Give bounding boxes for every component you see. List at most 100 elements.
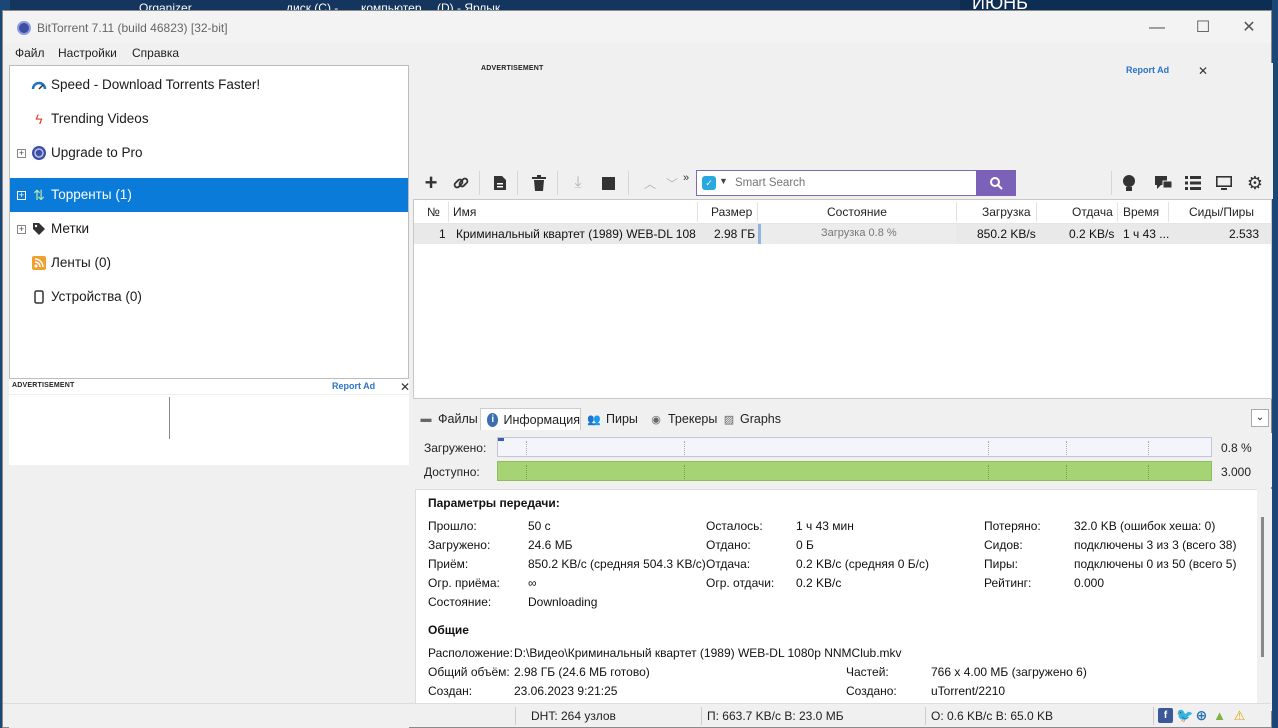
more-toolbar-icon[interactable]: » [675,167,697,189]
status-divider [1153,707,1154,725]
settings-gear-icon[interactable]: ⚙ [1244,172,1266,194]
toolbar-separator [1111,171,1112,195]
stop-icon[interactable] [597,172,619,194]
globe-icon[interactable]: ⊕ [1194,708,1209,723]
scrollbar-thumb[interactable] [1261,517,1264,657]
info-key: Отдача: [706,557,751,571]
close-ad-button[interactable]: ✕ [400,380,410,394]
info-key: Огр. отдачи: [706,576,775,590]
menu-help[interactable]: Справка [132,46,179,60]
bittorrent-app-icon [17,21,31,35]
move-up-icon[interactable]: ︿ [639,172,661,194]
dht-status: DHT: 264 узлов [531,709,616,723]
delete-icon[interactable] [528,172,550,194]
location-value: D:\Видео\Криминальный квартет (1989) WEB… [514,646,902,660]
info-value: подключены 3 из 3 (всего 38) [1074,538,1237,552]
info-key: Состояние: [428,595,492,609]
add-link-icon[interactable] [450,172,472,194]
expand-icon[interactable]: + [17,149,26,158]
torrent-row[interactable]: 1 Криминальный квартет (1989) WEB-DL 108… [414,224,1271,244]
sidebar-item-trending[interactable]: ϟ Trending Videos [10,102,408,136]
column-header-download[interactable]: Загрузка [982,205,1031,219]
sidebar: Speed - Download Torrents Faster! ϟ Tren… [9,65,409,379]
lightbulb-icon[interactable] [1118,172,1140,194]
upload-status: O: 0.6 KB/c В: 65.0 KB [931,709,1054,723]
column-divider [1036,202,1037,222]
folder-icon: ▬ [420,413,432,425]
sidebar-item-labels[interactable]: + Метки [10,212,408,246]
bar-tick [988,465,989,479]
info-key: Потеряно: [984,519,1041,533]
close-ad-button[interactable]: ✕ [1198,64,1208,78]
facebook-icon[interactable]: f [1158,708,1173,723]
tab-trackers[interactable]: ◉ Трекеры [643,408,719,430]
sidebar-item-feeds[interactable]: Ленты (0) [10,246,408,280]
speedometer-icon [31,77,47,93]
tab-info[interactable]: i Информация [480,408,581,430]
tab-peers[interactable]: 👥 Пиры [581,408,643,430]
sidebar-item-devices[interactable]: Устройства (0) [10,280,408,314]
info-key: Приём: [428,557,469,571]
torrent-status: Загрузка 0.8 % [821,227,897,239]
title-bar[interactable]: BitTorrent 7.11 (build 46823) [32-bit] —… [3,11,1271,43]
info-value: 32.0 KB (ошибок хеша: 0) [1074,519,1216,533]
column-header-status[interactable]: Состояние [827,205,887,219]
collapse-panel-button[interactable]: ⌄ [1251,409,1269,427]
column-header-number[interactable]: № [427,205,440,219]
tab-graphs[interactable]: ▨ Graphs [717,408,781,430]
android-icon[interactable]: ▲ [1212,708,1227,723]
create-torrent-icon[interactable] [489,172,511,194]
info-icon: i [487,412,499,427]
report-ad-link[interactable]: Report Ad [332,381,375,391]
search-button[interactable] [976,170,1016,196]
report-ad-link[interactable]: Report Ad [1126,65,1169,75]
sidebar-item-upgrade[interactable]: + Upgrade to Pro [10,136,408,170]
column-header-seeds-peers[interactable]: Сиды/Пиры [1189,205,1254,219]
window-title: BitTorrent 7.11 (build 46823) [32-bit] [37,21,228,35]
ad-divider [169,397,170,439]
sidebar-empty-area [9,465,409,728]
column-divider [697,202,698,222]
info-value: 50 с [528,519,551,533]
column-header-time[interactable]: Время [1123,205,1159,219]
graph-icon: ▨ [723,413,735,426]
column-header-size[interactable]: Размер [711,205,752,219]
column-header-upload[interactable]: Отдача [1072,205,1113,219]
warning-icon[interactable]: ⚠ [1232,708,1247,723]
download-status: П: 663.7 KB/c В: 23.0 МБ [707,709,844,723]
info-value: Downloading [528,595,598,609]
info-key: Прошло: [428,519,477,533]
add-torrent-icon[interactable]: + [420,170,442,195]
smart-search-input[interactable] [735,175,965,191]
info-value: ∞ [528,576,537,590]
download-icon[interactable]: ⤓ [567,172,589,194]
column-header-name[interactable]: Имя [453,205,476,219]
info-scrollbar[interactable] [1257,489,1272,711]
sidebar-item-torrents[interactable]: + ⇅ Торренты (1) [10,178,408,212]
created-date-value: 23.06.2023 9:21:25 [514,684,618,698]
info-key: Пиры: [984,557,1018,571]
remote-screen-icon[interactable] [1213,172,1235,194]
info-value: 0.000 [1074,576,1105,590]
expand-icon[interactable]: + [17,225,26,234]
chat-icon[interactable] [1152,172,1174,194]
torrents-icon: ⇅ [33,186,45,203]
tracker-icon: ◉ [651,413,661,426]
search-provider-dropdown-icon[interactable]: ▼ [719,176,728,186]
tab-files[interactable]: ▬ Файлы [413,408,480,430]
menu-settings[interactable]: Настройки [58,46,117,60]
list-view-icon[interactable] [1182,172,1204,194]
device-icon [31,289,47,305]
menu-file[interactable]: Файл [15,46,45,60]
maximize-button[interactable]: ☐ [1183,17,1223,39]
close-button[interactable]: ✕ [1229,17,1269,39]
menu-bar: Файл Настройки Справка [3,43,1271,63]
expand-icon[interactable]: + [17,191,26,200]
total-size-value: 2.98 ГБ (24.6 МБ готово) [514,665,650,679]
sidebar-item-speed[interactable]: Speed - Download Torrents Faster! [10,68,408,102]
info-key: Создан: [428,684,473,698]
twitter-icon[interactable]: 🐦 [1176,708,1193,723]
minimize-button[interactable]: — [1137,17,1177,39]
transfer-heading: Параметры передачи: [428,496,560,510]
bar-tick [526,465,527,479]
